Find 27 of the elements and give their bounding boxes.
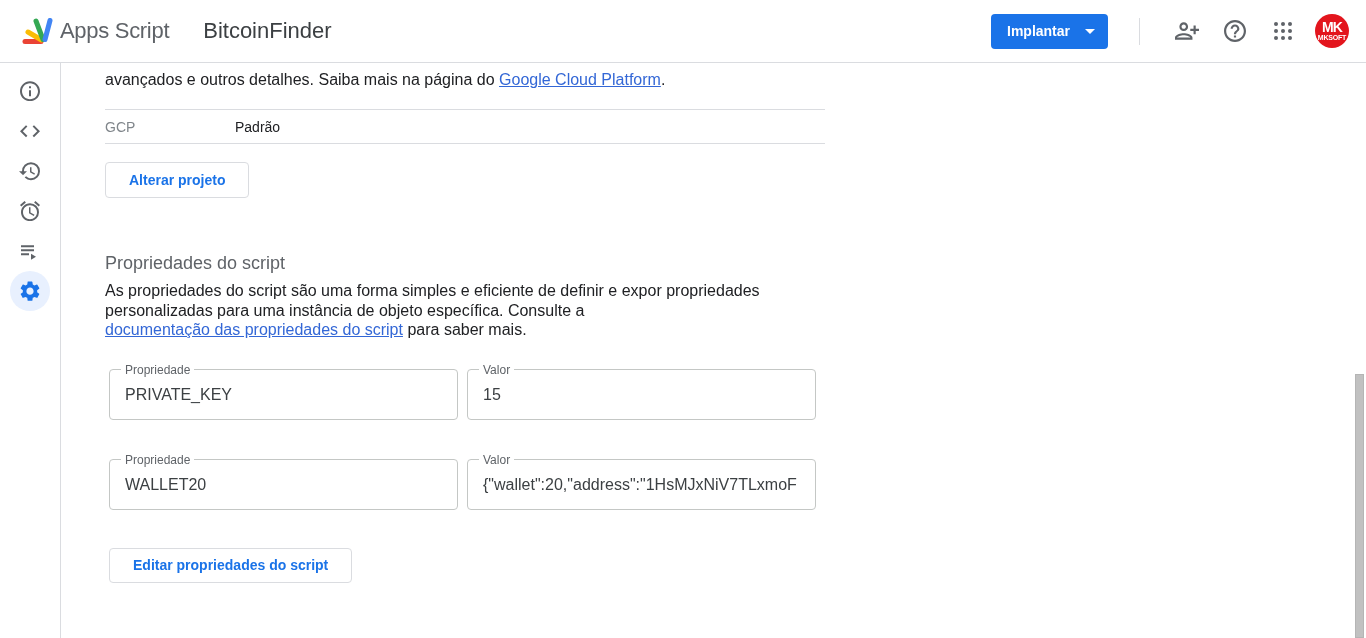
fan-logo-icon (22, 17, 53, 45)
product-name: Apps Script (60, 18, 170, 44)
gcp-description: avançados e outros detalhes. Saiba mais na página do Google Cloud Platform. (105, 70, 667, 90)
properties-description: As propriedades do script são uma forma simples e eficiente de definir e expor propriedades personalizadas para uma instância de objeto específica. Consulte a documentação das propriedades do script para saber mais. (105, 281, 761, 340)
property-value-field[interactable]: Valor 15 (467, 362, 816, 420)
info-icon (19, 80, 41, 102)
alarm-clock-icon (19, 200, 41, 222)
section-title: Propriedades do script (105, 252, 287, 274)
help-icon[interactable] (1223, 20, 1247, 42)
docs-link[interactable]: documentação das propriedades do script (105, 321, 403, 338)
add-person-icon[interactable] (1175, 20, 1199, 42)
sidebar-nav-button[interactable] (10, 271, 50, 311)
edit-properties-button[interactable]: Editar propriedades do script (109, 547, 353, 583)
property-name-field[interactable]: Propriedade PRIVATE_KEY (109, 362, 458, 420)
gcp-value: Padrão (235, 118, 281, 135)
project-title[interactable]: BitcoinFinder (203, 18, 332, 44)
settings-icon (19, 280, 41, 302)
deploy-button[interactable]: Implantar (991, 13, 1108, 49)
caret-icon (1085, 28, 1095, 34)
apps-grid-icon[interactable] (1274, 22, 1292, 40)
history-icon (19, 160, 41, 182)
scrollbar-thumb[interactable] (1355, 374, 1364, 638)
change-project-button[interactable]: Alterar projeto (105, 162, 250, 198)
gcp-link[interactable]: Google Cloud Platform (499, 71, 661, 88)
property-name-field[interactable]: Propriedade WALLET20 (109, 452, 458, 510)
property-value-field[interactable]: Valor {"wallet":20,"address":"1HsMJxNiV7TLxmoF (467, 452, 816, 510)
gcp-label: GCP (105, 118, 137, 135)
